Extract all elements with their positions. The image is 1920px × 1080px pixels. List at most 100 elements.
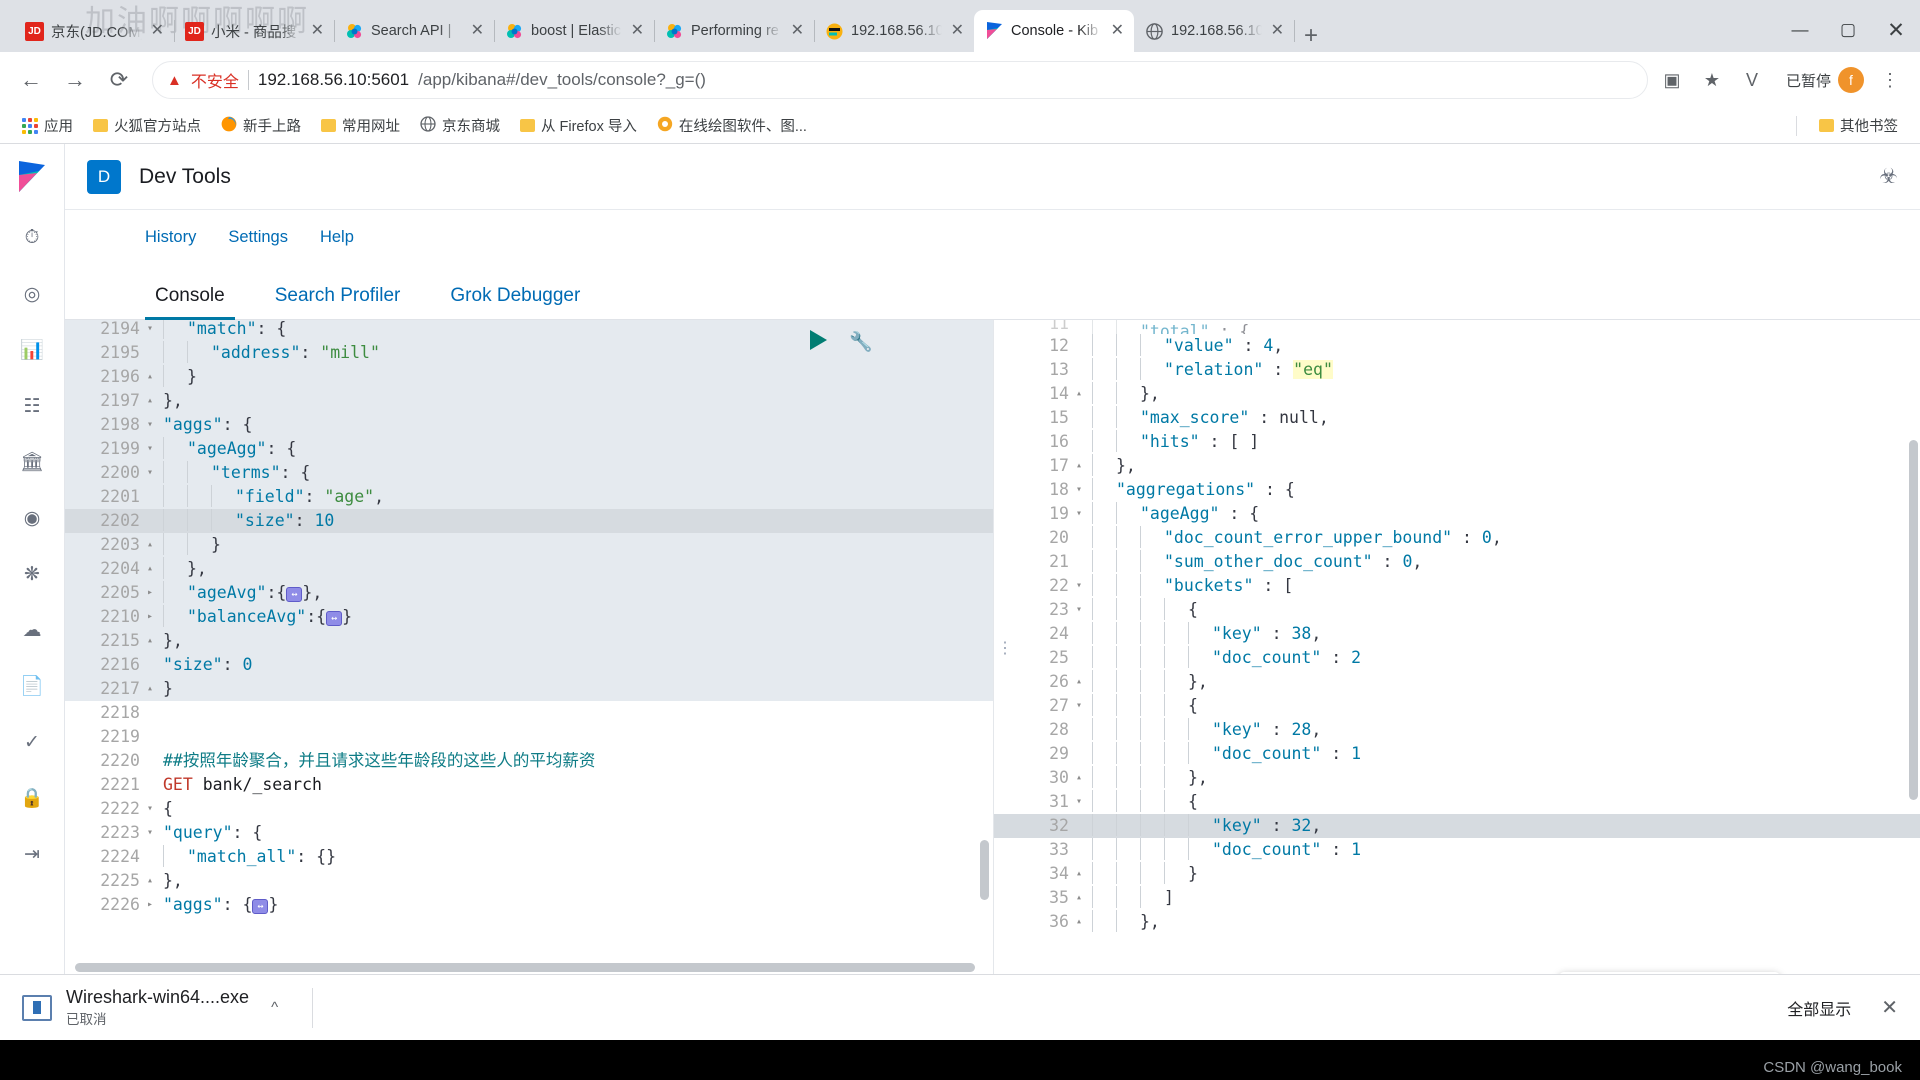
fold-toggle-icon[interactable]: ▾: [143, 821, 157, 845]
subnav-item-history[interactable]: History: [145, 228, 196, 247]
subnav-item-settings[interactable]: Settings: [228, 228, 288, 247]
code-line[interactable]: 2225 ▴},: [65, 869, 993, 893]
sidebar-item-canvas[interactable]: 🏛: [0, 434, 65, 490]
bookmark-item[interactable]: 新手上路: [213, 111, 309, 140]
browser-tab[interactable]: Search API | ✕: [334, 10, 495, 52]
code-line[interactable]: 24 "key" : 38,: [994, 622, 1920, 646]
code-line[interactable]: 2202 "size": 10: [65, 509, 993, 533]
help-globe-icon[interactable]: ☣: [1879, 164, 1898, 189]
code-line[interactable]: 2226 ▸ "aggs": {↔}: [65, 893, 993, 917]
code-line[interactable]: 14 ▴},: [994, 382, 1920, 406]
close-window-button[interactable]: ✕: [1872, 11, 1920, 49]
folded-code-widget[interactable]: ↔: [252, 899, 269, 914]
tab-console[interactable]: Console: [145, 285, 235, 320]
code-line[interactable]: 25 "doc_count" : 2: [994, 646, 1920, 670]
reload-button[interactable]: ⟳: [100, 61, 138, 99]
code-line[interactable]: 27 ▾{: [994, 694, 1920, 718]
sidebar-item-machine-learning[interactable]: ❋: [0, 546, 65, 602]
response-editor[interactable]: 11 "total" : {12 "value" : 4, 13 "relation" …: [993, 320, 1920, 974]
code-line[interactable]: 12 "value" : 4,: [994, 334, 1920, 358]
code-line[interactable]: 16 "hits" : [ ]: [994, 430, 1920, 454]
close-icon[interactable]: ✕: [469, 23, 486, 39]
chevron-up-icon[interactable]: ^: [271, 999, 278, 1016]
code-line[interactable]: 2217 ▴}: [65, 677, 993, 701]
fold-toggle-icon[interactable]: ▴: [143, 677, 157, 701]
maximize-button[interactable]: ▢: [1824, 11, 1872, 49]
code-line[interactable]: 34 ▴}: [994, 862, 1920, 886]
code-line[interactable]: 2219: [65, 725, 993, 749]
sidebar-item-collapse[interactable]: ⇥: [0, 826, 65, 882]
tab-search-profiler[interactable]: Search Profiler: [265, 285, 411, 319]
tab-grok-debugger[interactable]: Grok Debugger: [440, 285, 590, 319]
fold-toggle-icon[interactable]: ▴: [143, 557, 157, 581]
folded-code-widget[interactable]: ↔: [326, 611, 343, 626]
code-line[interactable]: 2204 ▴},: [65, 557, 993, 581]
folded-code-widget[interactable]: ↔: [286, 587, 303, 602]
sidebar-item-logs[interactable]: 📄: [0, 658, 65, 714]
fold-toggle-icon[interactable]: ▾: [143, 461, 157, 485]
fold-toggle-icon[interactable]: ▾: [143, 797, 157, 821]
close-downloads-bar-button[interactable]: ✕: [1881, 995, 1898, 1020]
forward-button[interactable]: →: [56, 61, 94, 99]
code-line[interactable]: 23 ▾{: [994, 598, 1920, 622]
fold-toggle-icon[interactable]: ▴: [1072, 670, 1086, 694]
show-all-downloads-button[interactable]: 全部显示: [1773, 988, 1865, 1028]
other-bookmarks-button[interactable]: 其他书签: [1811, 111, 1906, 140]
close-icon[interactable]: ✕: [789, 23, 806, 39]
response-editor-vscrollbar[interactable]: [1909, 440, 1918, 800]
fold-toggle-icon[interactable]: ▾: [1072, 790, 1086, 814]
code-line[interactable]: 19 ▾ "ageAgg" : {: [994, 502, 1920, 526]
code-line[interactable]: 32 "key" : 32,: [994, 814, 1920, 838]
code-line[interactable]: 2216 "size": 0: [65, 653, 993, 677]
code-line[interactable]: 2221 GET bank/_search: [65, 773, 993, 797]
fold-toggle-icon[interactable]: ▴: [1072, 910, 1086, 934]
bookmark-item[interactable]: 在线绘图软件、图...: [649, 111, 815, 140]
code-line[interactable]: 2205 ▸ "ageAvg":{↔},: [65, 581, 993, 605]
fold-toggle-icon[interactable]: ▾: [1072, 478, 1086, 502]
kibana-logo-icon[interactable]: [0, 144, 65, 210]
pane-splitter[interactable]: ⋮: [993, 320, 1017, 974]
back-button[interactable]: ←: [12, 61, 50, 99]
ime-toolbar[interactable]: ⎈ 英 ☾ ·, ⌨ 👤 🔧: [1559, 972, 1780, 974]
code-line[interactable]: 33 "doc_count" : 1: [994, 838, 1920, 862]
fold-toggle-icon[interactable]: ▴: [1072, 862, 1086, 886]
code-line[interactable]: 13 "relation" : "eq": [994, 358, 1920, 382]
sidebar-item-maps[interactable]: ◉: [0, 490, 65, 546]
play-icon[interactable]: [810, 330, 828, 350]
fold-toggle-icon[interactable]: ▾: [1072, 574, 1086, 598]
code-line[interactable]: 2197 ▴},: [65, 389, 993, 413]
request-editor-vscrollbar[interactable]: [980, 840, 989, 900]
browser-tab[interactable]: JD 京东(JD.COM) ✕: [14, 10, 175, 52]
code-line[interactable]: 2222 ▾ {: [65, 797, 993, 821]
code-line[interactable]: 17 ▴},: [994, 454, 1920, 478]
fold-toggle-icon[interactable]: ▴: [143, 365, 157, 389]
subnav-item-help[interactable]: Help: [320, 228, 354, 247]
sidebar-item-discover[interactable]: ◎: [0, 266, 65, 322]
profile-paused-chip[interactable]: 已暂停 f: [1774, 63, 1868, 97]
code-line[interactable]: 2196 ▴}: [65, 365, 993, 389]
code-line[interactable]: 2203 ▴}: [65, 533, 993, 557]
close-icon[interactable]: ✕: [1269, 23, 1286, 39]
sidebar-item-dashboard[interactable]: ☷: [0, 378, 65, 434]
code-line[interactable]: 2199 ▾ "ageAgg": {: [65, 437, 993, 461]
translate-icon[interactable]: ▣: [1654, 62, 1690, 98]
browser-menu-icon[interactable]: ⋮: [1872, 62, 1908, 98]
sidebar-item-recently-viewed[interactable]: ⏱: [0, 210, 65, 266]
fold-toggle-icon[interactable]: ▴: [143, 389, 157, 413]
browser-tab[interactable]: Performing re ✕: [654, 10, 815, 52]
fold-toggle-icon[interactable]: ▸: [143, 893, 157, 917]
code-line[interactable]: 35 ▴]: [994, 886, 1920, 910]
close-icon[interactable]: ✕: [309, 23, 326, 39]
code-line[interactable]: 29 "doc_count" : 1: [994, 742, 1920, 766]
code-line[interactable]: 26 ▴},: [994, 670, 1920, 694]
fold-toggle-icon[interactable]: ▾: [143, 413, 157, 437]
request-editor[interactable]: 2194 ▾ "match": {2195 "address": "mill" 2196…: [65, 320, 993, 974]
fold-toggle-icon[interactable]: ▸: [143, 605, 157, 629]
close-icon[interactable]: ✕: [629, 23, 646, 39]
code-line[interactable]: 18 ▾ "aggregations" : {: [994, 478, 1920, 502]
fold-toggle-icon[interactable]: ▸: [143, 581, 157, 605]
sidebar-item-apm[interactable]: ✓: [0, 714, 65, 770]
fold-toggle-icon[interactable]: ▾: [143, 320, 157, 341]
code-line[interactable]: 2215 ▴},: [65, 629, 993, 653]
bookmark-item[interactable]: 京东商城: [412, 111, 508, 140]
